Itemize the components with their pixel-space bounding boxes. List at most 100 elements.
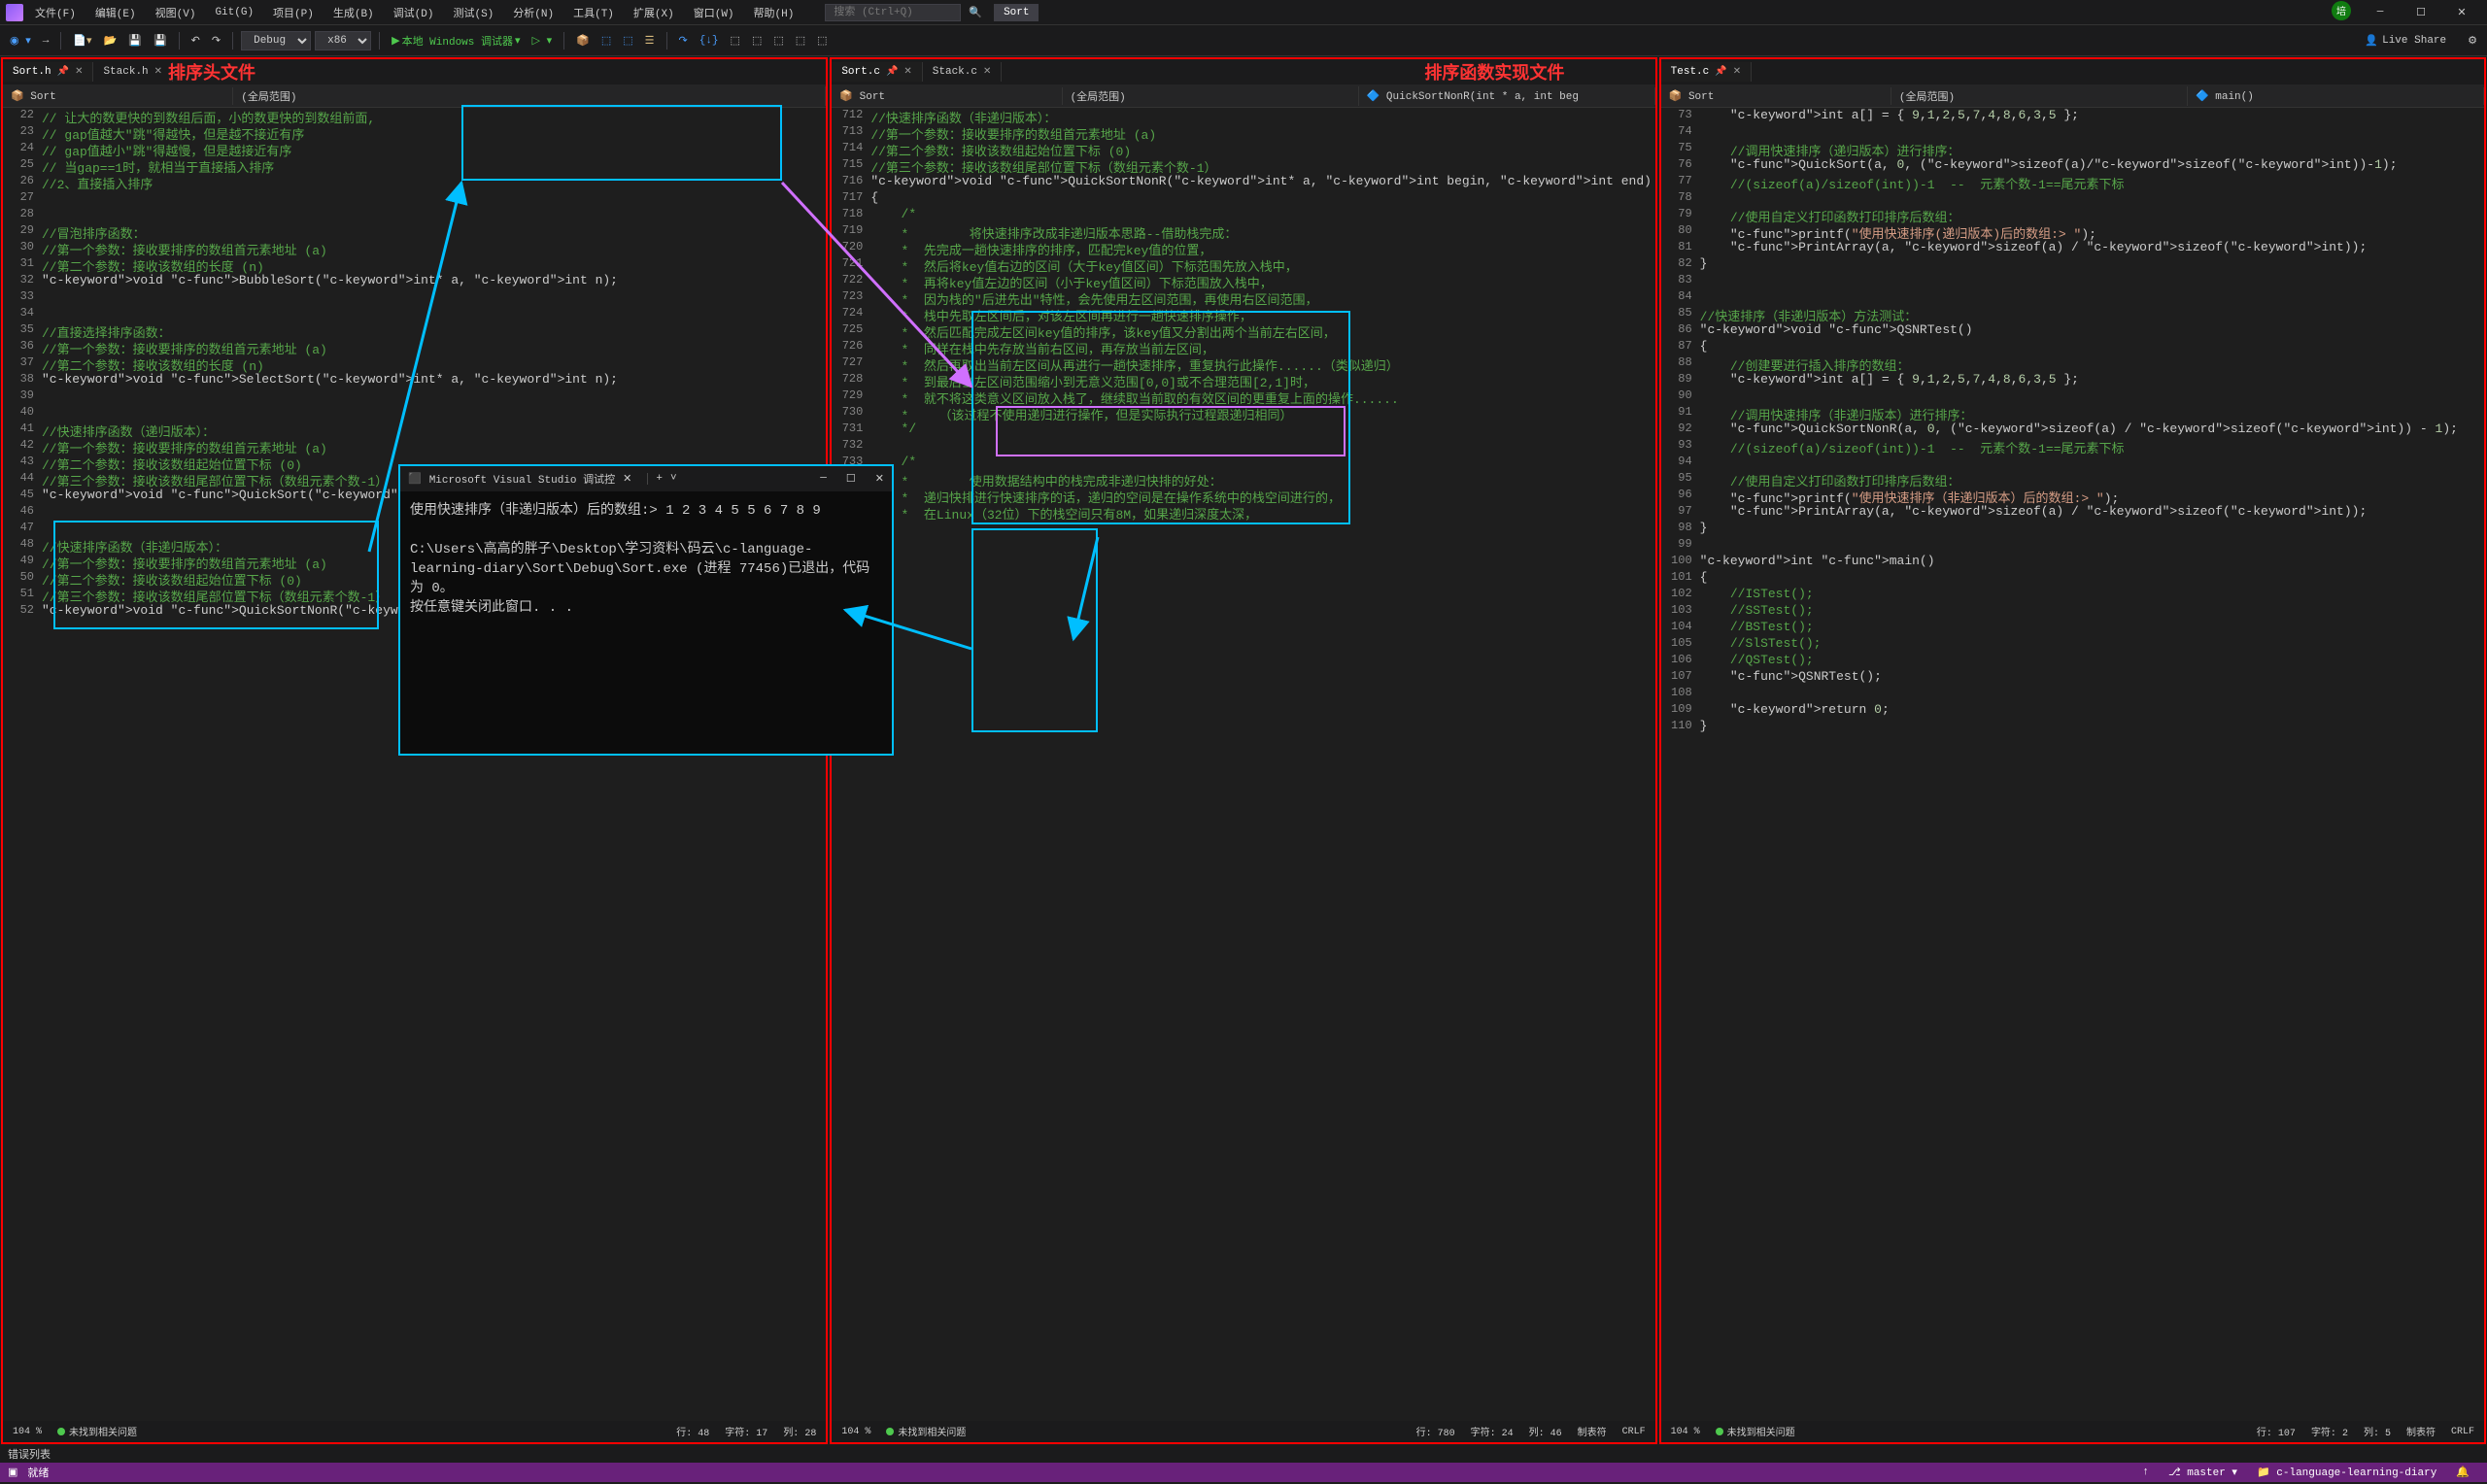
menu-test[interactable]: 测试(S) [445, 2, 501, 23]
console-max-button[interactable]: ☐ [846, 472, 856, 486]
tab-bar: Test.c 📌 ✕ [1661, 59, 2484, 84]
menu-project[interactable]: 项目(P) [265, 2, 322, 23]
menu-help[interactable]: 帮助(H) [746, 2, 802, 23]
menu-tools[interactable]: 工具(T) [565, 2, 622, 23]
console-icon: ⬛ [408, 472, 422, 486]
start-nodbg-button[interactable]: ▷ ▾ [528, 32, 557, 50]
menu-file[interactable]: 文件(F) [27, 2, 84, 23]
issues-indicator[interactable]: 未找到相关问题 [882, 1424, 970, 1439]
tab-Stack-c[interactable]: Stack.c ✕ [923, 62, 1003, 82]
menu-git[interactable]: Git(G) [207, 4, 261, 21]
nav-back-button[interactable]: ◉ ▾ [6, 32, 35, 50]
menu-extensions[interactable]: 扩展(X) [626, 2, 682, 23]
error-list-tab[interactable]: 错误列表 [0, 1445, 2487, 1463]
console-min-button[interactable]: ─ [820, 473, 827, 485]
step-btn-5[interactable]: ⬚ [769, 32, 787, 50]
new-button[interactable]: 📄▾ [69, 32, 95, 50]
tab-Stack-h[interactable]: Stack.h ✕ [93, 62, 173, 82]
output-icon[interactable]: ▣ [8, 1466, 17, 1479]
search-icon[interactable]: 🔍 [969, 6, 982, 19]
undo-button[interactable]: ↶ [187, 32, 204, 50]
menu-view[interactable]: 视图(V) [148, 2, 204, 23]
search-input[interactable] [825, 4, 961, 21]
close-tab-icon[interactable]: ✕ [1733, 66, 1741, 78]
code-editor[interactable]: 712//快速排序函数（非递归版本）：713//第一个参数：接收要排序的数组首元… [832, 108, 1654, 1421]
start-debug-button[interactable]: ▶ 本地 Windows 调试器 ▾ [388, 31, 524, 51]
tool-btn-1[interactable]: 📦 [572, 32, 594, 50]
step-btn-4[interactable]: ⬚ [748, 32, 766, 50]
console-close-button[interactable]: ✕ [875, 472, 884, 486]
encoding-indicator[interactable]: 制表符 [1574, 1424, 1611, 1439]
close-tab-icon[interactable]: ✕ [903, 66, 911, 78]
console-titlebar[interactable]: ⬛ Microsoft Visual Studio 调试控 ✕ + ˅ ─ ☐ ✕ [400, 466, 892, 491]
pane-status-bar: 104 %未找到相关问题行: 48字符: 17列: 28 [3, 1421, 826, 1442]
step-btn-1[interactable]: ↷ [675, 32, 692, 50]
tab-Test-c[interactable]: Test.c 📌 ✕ [1661, 62, 1752, 82]
open-button[interactable]: 📂 [100, 32, 121, 50]
dropdown-icon[interactable]: ˅ [670, 473, 677, 485]
debug-console-window[interactable]: ⬛Microsoft Visual Studio 调试控✕+ ˅─☐✕使用快速排… [398, 464, 894, 756]
pin-icon[interactable]: 📌 [57, 66, 69, 78]
nav-scope[interactable]: 📦 Sort [1661, 87, 1891, 105]
console-title-text: Microsoft Visual Studio 调试控 [429, 471, 615, 487]
nav-member[interactable]: 🔷 main() [2188, 87, 2484, 105]
redo-button[interactable]: ↷ [208, 32, 224, 50]
nav-scope[interactable]: 📦 Sort [832, 87, 1062, 105]
menu-debug[interactable]: 调试(D) [386, 2, 442, 23]
close-button[interactable]: ✕ [2442, 1, 2481, 24]
nav-scope2[interactable]: (全局范围) [1063, 86, 1359, 106]
tool-btn-4[interactable]: ☰ [641, 32, 659, 50]
repo-indicator[interactable]: 📁 c-language-learning-diary [2247, 1466, 2446, 1479]
code-editor[interactable]: 73 "c-keyword">int a[] = { 9,1,2,5,7,4,8… [1661, 108, 2484, 1421]
encoding-indicator[interactable]: 制表符 [2402, 1424, 2439, 1439]
close-icon[interactable]: ✕ [623, 472, 631, 486]
step-btn-3[interactable]: ⬚ [727, 32, 744, 50]
line-indicator: 行: 107 [2253, 1424, 2300, 1439]
zoom-level[interactable]: 104 % [1667, 1427, 1704, 1437]
zoom-level[interactable]: 104 % [9, 1427, 46, 1437]
menu-analyze[interactable]: 分析(N) [505, 2, 562, 23]
nav-scope[interactable]: 📦 Sort [3, 87, 233, 105]
menu-build[interactable]: 生成(B) [325, 2, 382, 23]
save-all-button[interactable]: 💾 [150, 32, 171, 50]
nav-scope2[interactable]: (全局范围) [233, 86, 826, 106]
user-avatar[interactable]: 培 [2332, 1, 2351, 20]
platform-dropdown[interactable]: x86 [315, 31, 371, 51]
zoom-level[interactable]: 104 % [837, 1427, 874, 1437]
close-tab-icon[interactable]: ✕ [983, 66, 991, 78]
maximize-button[interactable]: ☐ [2402, 1, 2440, 24]
config-dropdown[interactable]: Debug [241, 31, 311, 51]
close-tab-icon[interactable]: ✕ [154, 66, 162, 78]
notifications-icon[interactable]: 🔔 [2446, 1466, 2479, 1479]
save-button[interactable]: 💾 [124, 32, 146, 50]
liveshare-button[interactable]: 👤 Live Share [2357, 32, 2454, 50]
menu-window[interactable]: 窗口(W) [686, 2, 742, 23]
pin-icon[interactable]: 📌 [886, 66, 898, 78]
close-tab-icon[interactable]: ✕ [75, 66, 83, 78]
minimize-button[interactable]: ─ [2361, 1, 2400, 24]
admin-icon[interactable]: ⚙ [2464, 32, 2481, 50]
step-btn-7[interactable]: ⬚ [813, 32, 831, 50]
nav-member[interactable]: 🔷 QuickSortNonR(int * a, int beg [1359, 87, 1655, 105]
pin-icon[interactable]: 📌 [1715, 66, 1726, 78]
issues-indicator[interactable]: 未找到相关问题 [53, 1424, 141, 1439]
branch-indicator[interactable]: ⎇ master ▾ [2159, 1466, 2247, 1479]
pane-status-bar: 104 %未找到相关问题行: 780字符: 24列: 46制表符CRLF [832, 1421, 1654, 1442]
nav-bar: 📦 Sort(全局范围)🔷 main() [1661, 84, 2484, 108]
tool-btn-3[interactable]: ⬚ [619, 32, 636, 50]
lineending-indicator[interactable]: CRLF [1618, 1427, 1650, 1437]
workspace: 排序头文件Sort.h 📌 ✕Stack.h ✕📦 Sort(全局范围)22//… [0, 56, 2487, 1445]
issues-indicator[interactable]: 未找到相关问题 [1712, 1424, 1799, 1439]
add-source-control[interactable]: ↑ [2132, 1467, 2159, 1478]
step-btn-2[interactable]: {↓} [696, 33, 723, 49]
new-tab-button[interactable]: + [647, 473, 663, 485]
step-btn-6[interactable]: ⬚ [792, 32, 809, 50]
tool-btn-2[interactable]: ⬚ [597, 32, 615, 50]
tab-Sort-h[interactable]: Sort.h 📌 ✕ [3, 62, 93, 82]
menu-edit[interactable]: 编辑(E) [87, 2, 144, 23]
tab-Sort-c[interactable]: Sort.c 📌 ✕ [832, 62, 922, 82]
lineending-indicator[interactable]: CRLF [2447, 1427, 2478, 1437]
nav-forward-button[interactable]: → [39, 33, 53, 49]
code-editor[interactable]: 22// 让大的数更快的到数组后面，小的数更快的到数组前面,23// gap值越… [3, 108, 826, 1421]
nav-scope2[interactable]: (全局范围) [1891, 86, 2188, 106]
